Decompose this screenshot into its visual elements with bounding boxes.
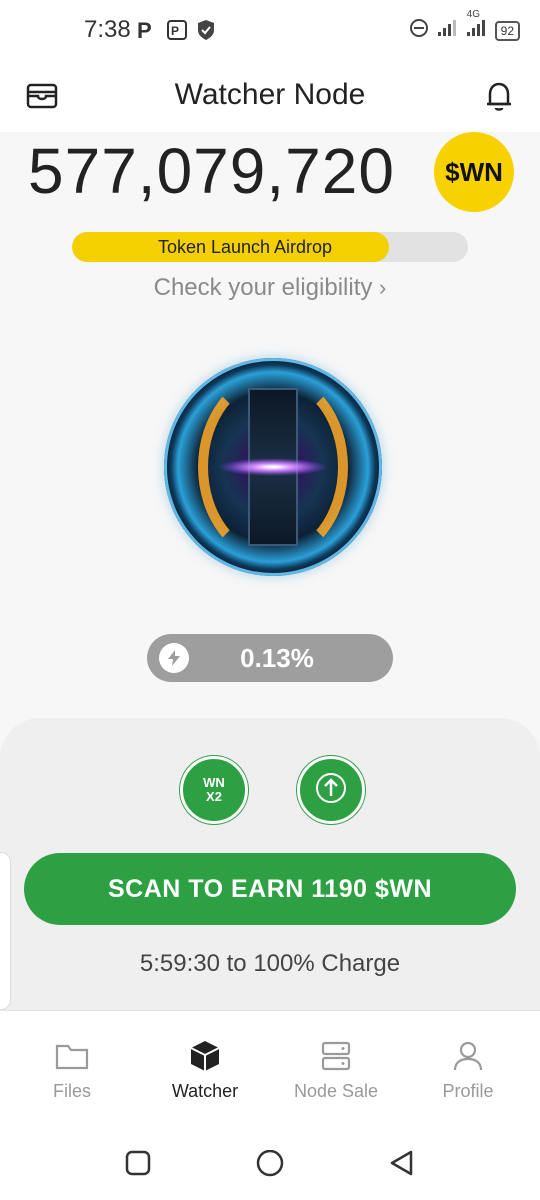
lightning-bolt-icon [159,643,189,673]
page-title: Watcher Node [174,78,366,111]
wn-x2-boost-button[interactable]: WN X2 [180,756,248,824]
home-button[interactable] [255,1149,285,1185]
charge-timer: 5:59:30 to 100% Charge [139,950,401,977]
eligibility-link[interactable]: Check your eligibility › [0,274,540,302]
charge-indicator: 0.13% [147,634,393,682]
signal-icon [437,19,457,42]
svg-text:P: P [171,24,179,38]
bottom-navigation: Files Watcher Node Sale Profile [0,1010,540,1111]
orb-energy-flare [218,458,328,476]
notification-bell-icon[interactable] [484,80,514,117]
cube-icon [140,1039,270,1073]
server-icon [271,1039,401,1073]
side-drawer-handle[interactable] [0,852,11,1010]
nav-item-files[interactable]: Files [7,1039,137,1102]
scan-to-earn-button[interactable]: SCAN TO EARN 1190 $WN [24,853,516,925]
status-right-group: 4G 92 [409,9,520,43]
back-button[interactable] [388,1150,416,1183]
status-bar: 7:38 P P 4G 92 [0,0,540,60]
system-navigation-bar [0,1110,540,1200]
arrow-up-icon [313,770,349,811]
battery-indicator: 92 [494,20,520,41]
recent-apps-button[interactable] [125,1150,151,1181]
folder-icon [7,1039,137,1073]
do-not-disturb-icon [409,18,429,43]
chevron-right-icon: › [379,275,387,300]
charge-percent: 0.13% [240,643,314,673]
wn-token-label: $WN [445,156,503,187]
airdrop-progress-bar[interactable]: Token Launch Airdrop [72,232,468,262]
person-icon [403,1039,533,1073]
app-notification-icon: P [166,19,188,46]
shield-icon [196,19,216,46]
status-time: 7:38 [84,16,131,43]
svg-text:P: P [137,19,152,41]
network-type-icon: 4G [465,9,487,42]
nav-label-watcher: Watcher [171,1081,239,1101]
eligibility-link-text: Check your eligibility [153,274,373,301]
upgrade-button[interactable] [297,756,365,824]
app-header: Watcher Node [0,60,540,132]
airdrop-label: Token Launch Airdrop [157,237,333,257]
boost-line-1: WN [203,775,225,790]
token-balance: 577,079,720 [28,135,395,207]
wn-token-badge: $WN [434,132,514,212]
nav-item-profile[interactable]: Profile [403,1039,533,1102]
nav-label-files: Files [52,1081,91,1101]
boost-line-2: X2 [206,789,222,804]
nav-label-profile: Profile [442,1081,494,1101]
nav-item-watcher[interactable]: Watcher [140,1039,270,1102]
parking-icon: P [136,18,156,46]
watcher-orb-image[interactable] [164,358,382,576]
nav-label-node-sale: Node Sale [293,1081,379,1101]
nav-item-node-sale[interactable]: Node Sale [271,1039,401,1102]
